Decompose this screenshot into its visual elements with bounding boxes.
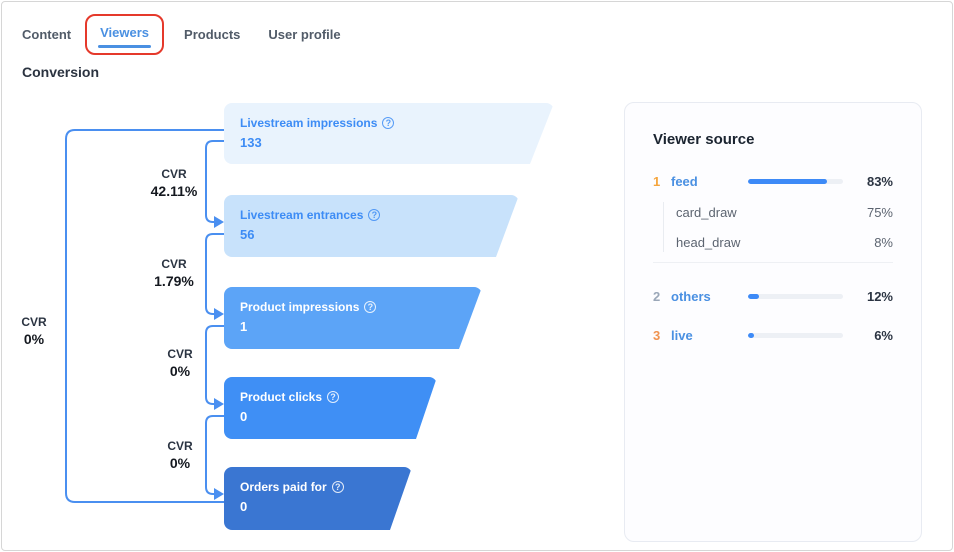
percent-value: 12% [867, 289, 893, 304]
viewer-source-row-live: 3 live 6% [653, 328, 893, 343]
stage-label: Product impressions [240, 300, 359, 314]
stage-label: Orders paid for [240, 480, 327, 494]
rank-badge: 3 [653, 328, 671, 343]
list-item: head_draw 8% [676, 232, 893, 252]
rank-badge: 1 [653, 174, 671, 189]
stage-value: 1 [240, 319, 466, 334]
source-link-others[interactable]: others [671, 289, 748, 304]
stage-value: 133 [240, 135, 538, 150]
cvr-value: 42.11% [142, 182, 206, 200]
source-link-feed[interactable]: feed [671, 174, 748, 189]
divider [653, 262, 893, 263]
stage-label: Product clicks [240, 390, 322, 404]
cvr-word: CVR [4, 314, 64, 330]
help-icon[interactable] [364, 301, 376, 313]
sub-source-percent: 8% [874, 235, 893, 250]
stage-label: Livestream entrances [240, 208, 363, 222]
dashboard-card: Content Viewers Products User profile Co… [1, 1, 953, 551]
cvr-step-2: CVR 1.79% [142, 256, 206, 290]
funnel-stage-product-impressions: Product impressions 1 [224, 287, 482, 349]
percent-bar-fill [748, 294, 759, 299]
cvr-step-4: CVR 0% [148, 438, 212, 472]
percent-value: 6% [874, 328, 893, 343]
percent-bar-fill [748, 333, 754, 338]
cvr-overall: CVR 0% [4, 314, 64, 348]
help-icon[interactable] [332, 481, 344, 493]
cvr-word: CVR [142, 166, 206, 182]
help-icon[interactable] [327, 391, 339, 403]
help-icon[interactable] [368, 209, 380, 221]
stage-value: 0 [240, 409, 421, 424]
sub-source-label: head_draw [676, 235, 740, 250]
percent-bar-fill [748, 179, 827, 184]
stage-label: Livestream impressions [240, 116, 377, 130]
feed-sub-list: card_draw 75% head_draw 8% [663, 202, 893, 252]
percent-bar [748, 333, 843, 338]
viewer-source-panel: Viewer source 1 feed 83% card_draw 75% h… [624, 102, 922, 542]
viewer-source-title: Viewer source [653, 131, 893, 148]
sub-source-percent: 75% [867, 205, 893, 220]
percent-value: 83% [867, 174, 893, 189]
cvr-word: CVR [142, 256, 206, 272]
cvr-step-3: CVR 0% [148, 346, 212, 380]
percent-bar [748, 294, 843, 299]
rank-badge: 2 [653, 289, 671, 304]
funnel-stage-livestream-impressions: Livestream impressions 133 [224, 103, 554, 164]
funnel-stage-livestream-entrances: Livestream entrances 56 [224, 195, 519, 257]
funnel-stage-product-clicks: Product clicks 0 [224, 377, 437, 439]
list-item: card_draw 75% [676, 202, 893, 222]
help-icon[interactable] [382, 117, 394, 129]
stage-value: 56 [240, 227, 503, 242]
cvr-value: 0% [148, 362, 212, 380]
cvr-word: CVR [148, 438, 212, 454]
cvr-value: 0% [148, 454, 212, 472]
stage-value: 0 [240, 499, 396, 514]
funnel-stage-orders-paid: Orders paid for 0 [224, 467, 412, 530]
cvr-value: 0% [4, 330, 64, 348]
percent-bar [748, 179, 843, 184]
source-link-live[interactable]: live [671, 328, 748, 343]
cvr-step-1: CVR 42.11% [142, 166, 206, 200]
viewer-source-row-others: 2 others 12% [653, 289, 893, 304]
cvr-word: CVR [148, 346, 212, 362]
cvr-value: 1.79% [142, 272, 206, 290]
sub-source-label: card_draw [676, 205, 737, 220]
viewer-source-row-feed: 1 feed 83% [653, 174, 893, 189]
